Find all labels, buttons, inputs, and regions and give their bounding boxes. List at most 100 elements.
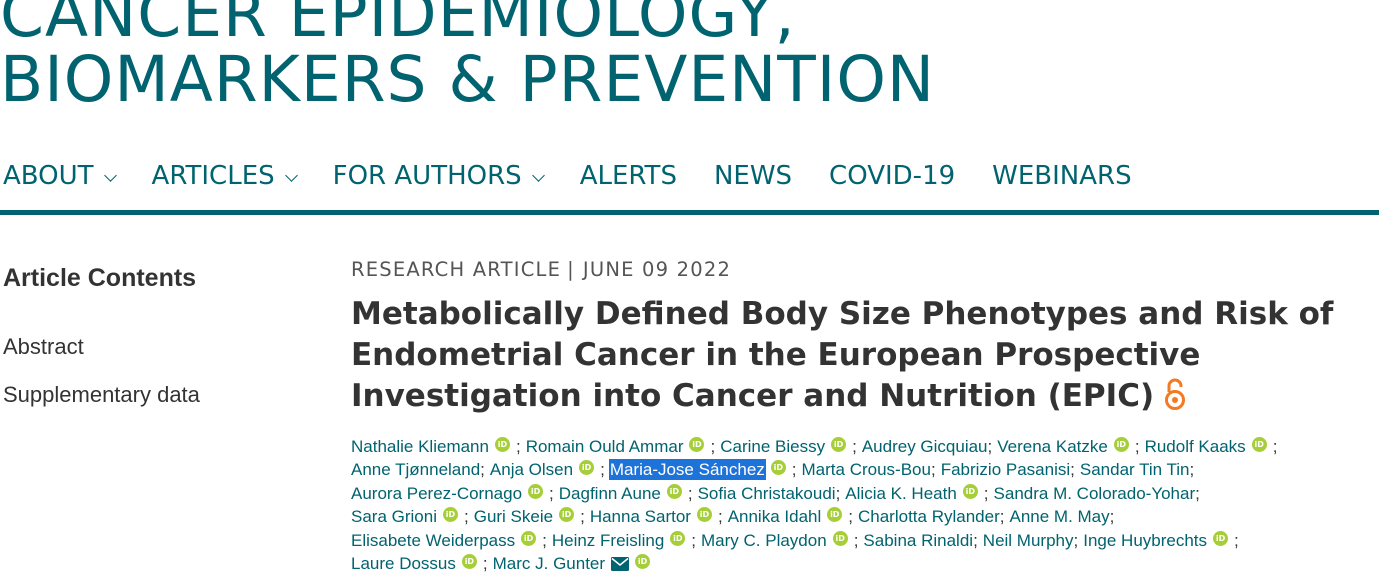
author-name[interactable]: Fabrizio Pasanisi: [941, 460, 1070, 479]
orcid-icon[interactable]: iD: [962, 483, 978, 499]
article-date: JUNE 09 2022: [582, 258, 732, 281]
author-name[interactable]: Anja Olsen: [490, 460, 573, 479]
nav-item-covid-19[interactable]: COVID-19: [829, 161, 955, 191]
journal-title[interactable]: CANCER EPIDEMIOLOGY, BIOMARKERS & PREVEN…: [0, 0, 935, 112]
author-item: Annika Idahl iD;: [728, 507, 858, 526]
chevron-down-icon: [531, 168, 545, 182]
author-name[interactable]: Sofia Christakoudi: [698, 484, 836, 503]
nav-item-alerts[interactable]: ALERTS: [580, 161, 677, 191]
author-line: Laure Dossus iD; Marc J. Gunter iD: [351, 552, 1361, 577]
nav-item-news[interactable]: NEWS: [714, 161, 792, 191]
article-contents-sidebar: Article Contents Abstract Supplementary …: [3, 263, 303, 419]
nav-item-webinars[interactable]: WEBINARS: [992, 161, 1131, 191]
author-name[interactable]: Laure Dossus: [351, 554, 456, 573]
author-name[interactable]: Inge Huybrechts: [1083, 531, 1207, 550]
author-separator: ;: [1109, 507, 1115, 527]
author-name[interactable]: Romain Ould Ammar: [526, 437, 684, 456]
author-name[interactable]: Aurora Perez-Cornago: [351, 484, 522, 503]
orcid-icon[interactable]: iD: [579, 460, 595, 476]
author-item: Audrey Gicquiau;: [862, 437, 997, 456]
nav-item-label: ARTICLES: [151, 161, 275, 191]
sidebar-heading: Article Contents: [3, 264, 197, 292]
author-separator: ;: [710, 437, 716, 456]
author-name[interactable]: Alicia K. Heath: [845, 484, 957, 503]
envelope-icon[interactable]: [611, 554, 630, 577]
author-name[interactable]: Annika Idahl: [728, 507, 822, 526]
author-item: Maria-Jose Sánchez iD;: [608, 459, 802, 481]
author-name[interactable]: Rudolf Kaaks: [1145, 437, 1246, 456]
author-name[interactable]: Marc J. Gunter: [493, 554, 605, 573]
author-separator: ;: [1134, 437, 1140, 456]
author-separator: ;: [1070, 460, 1075, 480]
orcid-icon[interactable]: iD: [832, 530, 848, 546]
author-separator: ;: [717, 507, 723, 527]
author-name[interactable]: Anne Tjønneland: [351, 460, 480, 479]
author-name[interactable]: Nathalie Kliemann: [351, 437, 489, 456]
author-name[interactable]: Sandra M. Colorado-Yohar: [994, 484, 1196, 503]
orcid-icon[interactable]: iD: [461, 554, 477, 570]
orcid-icon[interactable]: iD: [442, 507, 458, 523]
author-separator: ;: [930, 460, 936, 480]
author-name[interactable]: Sara Grioni: [351, 507, 437, 526]
author-line: Nathalie Kliemann iD; Romain Ould Ammar iD;…: [351, 435, 1361, 458]
author-name[interactable]: Elisabete Weiderpass: [351, 531, 515, 550]
nav-item-for-authors[interactable]: FOR AUTHORS: [333, 161, 545, 191]
orcid-icon[interactable]: iD: [827, 507, 843, 523]
orcid-icon[interactable]: iD: [831, 437, 847, 452]
author-name[interactable]: Charlotta Rylander: [858, 507, 1000, 526]
orcid-icon[interactable]: iD: [528, 483, 544, 499]
meta-separator: |: [567, 258, 575, 281]
orcid-icon[interactable]: iD: [689, 437, 705, 452]
author-item: Charlotta Rylander;: [858, 507, 1009, 526]
author-name[interactable]: Guri Skeie: [474, 507, 553, 526]
orcid-icon[interactable]: iD: [521, 530, 537, 546]
author-name[interactable]: Dagfinn Aune: [559, 484, 661, 503]
nav-item-label: NEWS: [713, 161, 793, 191]
orcid-icon[interactable]: iD: [666, 483, 682, 499]
author-separator: ;: [600, 460, 605, 480]
open-access-lock-icon: [1164, 378, 1186, 421]
author-item: Sandra M. Colorado-Yohar;: [994, 484, 1205, 503]
author-separator: ;: [853, 530, 859, 550]
author-separator: ;: [687, 483, 693, 503]
author-name[interactable]: Neil Murphy: [983, 531, 1074, 550]
chevron-down-icon: [103, 168, 117, 182]
author-separator: ;: [983, 483, 989, 503]
author-name[interactable]: Marta Crous-Bou: [802, 460, 931, 479]
nav-item-articles[interactable]: ARTICLES: [151, 161, 298, 191]
orcid-icon[interactable]: iD: [559, 507, 575, 523]
sidebar-link-supplementary-data[interactable]: Supplementary data: [3, 371, 303, 419]
nav-item-about[interactable]: ABOUT: [3, 161, 117, 191]
orcid-icon[interactable]: iD: [770, 460, 786, 476]
author-item: Alicia K. Heath iD;: [845, 483, 993, 503]
author-name[interactable]: Sabina Rinaldi: [863, 531, 973, 550]
orcid-icon[interactable]: iD: [635, 554, 651, 570]
orcid-icon[interactable]: iD: [1251, 437, 1267, 452]
orcid-icon[interactable]: iD: [1113, 437, 1129, 452]
author-item: Mary C. Playdon iD;: [701, 530, 863, 550]
orcid-icon[interactable]: iD: [494, 437, 510, 452]
author-name[interactable]: Heinz Freisling: [552, 531, 664, 550]
author-item: Anne M. May;: [1009, 507, 1119, 526]
author-name[interactable]: Mary C. Playdon: [701, 531, 827, 550]
orcid-icon[interactable]: iD: [696, 507, 712, 523]
author-name[interactable]: Anne M. May: [1009, 507, 1109, 526]
orcid-icon[interactable]: iD: [1213, 530, 1229, 546]
author-item: Marc J. Gunter iD: [493, 554, 651, 573]
orcid-icon[interactable]: iD: [670, 530, 686, 546]
author-item: Anja Olsen iD;: [490, 460, 610, 479]
author-item: Anne Tjønneland;: [351, 460, 490, 479]
author-name[interactable]: Carine Biessy: [720, 437, 825, 456]
article-meta: RESEARCH ARTICLE | JUNE 09 2022: [351, 256, 1361, 284]
author-name[interactable]: Hanna Sartor: [590, 507, 691, 526]
author-separator: ;: [1234, 530, 1239, 550]
journal-title-line-1[interactable]: CANCER EPIDEMIOLOGY,: [0, 0, 935, 47]
author-name[interactable]: Sandar Tin Tin: [1080, 460, 1190, 479]
sidebar-link-abstract[interactable]: Abstract: [3, 323, 303, 371]
article-title: Metabolically Defined Body Size Phenotyp…: [351, 294, 1361, 421]
author-separator: ;: [542, 530, 547, 550]
author-name-selected[interactable]: Maria-Jose Sánchez: [608, 459, 766, 481]
author-name[interactable]: Audrey Gicquiau: [862, 437, 988, 456]
journal-title-line-2[interactable]: BIOMARKERS & PREVENTION: [0, 47, 935, 112]
author-name[interactable]: Verena Katzke: [997, 437, 1108, 456]
